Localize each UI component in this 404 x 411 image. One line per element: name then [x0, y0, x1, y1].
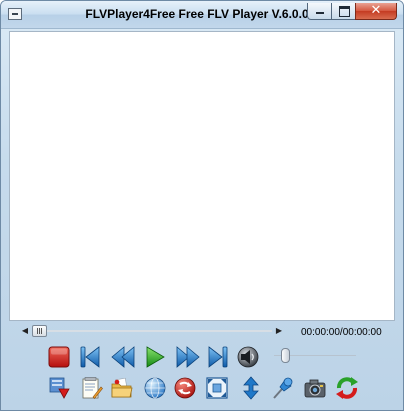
download-button[interactable]	[47, 376, 71, 400]
rewind-icon	[111, 346, 135, 368]
seek-right-arrow-icon[interactable]: ▶	[273, 324, 285, 338]
stop-icon	[48, 346, 70, 368]
title-bar[interactable]: FLVPlayer4Free Free FLV Player V.6.0.0.0…	[1, 1, 403, 29]
speaker-icon	[237, 346, 259, 368]
time-display: 00:00:00/00:00:00	[301, 327, 382, 338]
close-icon: ✕	[370, 3, 382, 18]
notepad-icon	[82, 377, 103, 399]
play-icon	[146, 346, 165, 368]
seek-thumb[interactable]	[32, 325, 47, 337]
web-button[interactable]	[143, 376, 167, 400]
skip-forward-button[interactable]	[206, 345, 230, 369]
fullscreen-icon	[206, 377, 228, 399]
seek-bar[interactable]: ◀ ▶	[19, 324, 285, 338]
skip-back-icon	[80, 346, 100, 368]
mute-button[interactable]	[236, 345, 260, 369]
fast-forward-icon	[176, 346, 200, 368]
skip-back-button[interactable]	[78, 345, 102, 369]
converter-button[interactable]	[173, 376, 197, 400]
skip-forward-icon	[208, 346, 228, 368]
fullscreen-button[interactable]	[205, 376, 229, 400]
open-file-button[interactable]	[110, 376, 134, 400]
volume-thumb[interactable]	[281, 348, 290, 363]
repeat-button[interactable]	[335, 376, 359, 400]
converter-icon	[174, 377, 196, 399]
stop-button[interactable]	[47, 345, 71, 369]
camera-icon	[304, 379, 326, 398]
rewind-button[interactable]	[111, 345, 135, 369]
recycle-icon	[336, 377, 358, 399]
fast-forward-button[interactable]	[176, 345, 200, 369]
pin-icon	[273, 377, 293, 399]
seek-track[interactable]	[32, 330, 272, 332]
seek-left-arrow-icon[interactable]: ◀	[19, 324, 31, 338]
notes-button[interactable]	[79, 376, 103, 400]
snapshot-button[interactable]	[303, 376, 327, 400]
volume-slider[interactable]	[274, 348, 356, 364]
video-display[interactable]	[9, 31, 395, 321]
globe-icon	[144, 377, 166, 399]
resize-button[interactable]	[239, 376, 263, 400]
resize-vertical-icon	[243, 376, 259, 400]
play-button[interactable]	[143, 345, 167, 369]
close-button[interactable]: ✕	[355, 3, 397, 20]
maximize-button[interactable]	[331, 3, 356, 20]
minimize-button[interactable]	[307, 3, 332, 20]
always-on-top-button[interactable]	[271, 376, 295, 400]
download-icon	[49, 377, 70, 399]
open-folder-icon	[111, 377, 133, 398]
app-window: FLVPlayer4Free Free FLV Player V.6.0.0.0…	[0, 0, 404, 411]
